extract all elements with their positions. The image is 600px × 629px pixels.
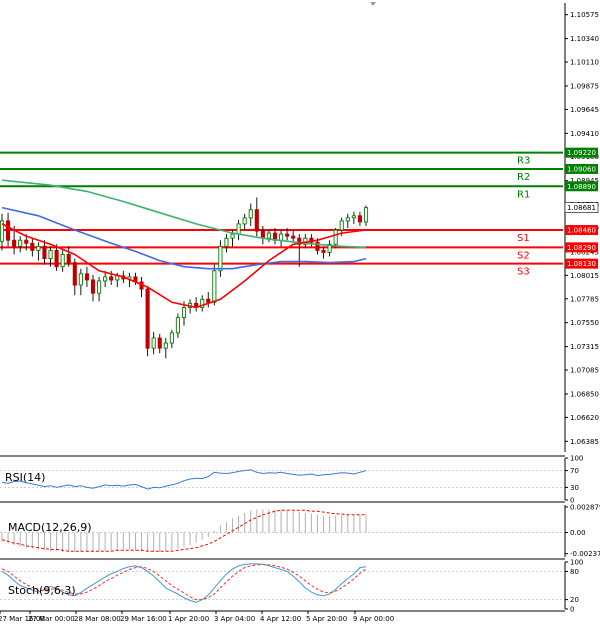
candle-body [36, 245, 41, 251]
candle-body [236, 223, 241, 235]
candle-body [12, 239, 17, 247]
candle-body [291, 235, 296, 239]
time-tick-label: 27 Mar 00:00 [28, 615, 75, 623]
candle-body [175, 317, 180, 334]
candle-body [84, 273, 89, 281]
price-tick-label: 1.06385 [570, 438, 599, 446]
level-name-r3: R3 [517, 156, 530, 167]
candle-body [42, 245, 47, 260]
candle-body [363, 207, 369, 223]
candle-body [72, 262, 77, 286]
indicator-tick-label: 100 [570, 559, 583, 567]
candle-body [230, 233, 235, 239]
level-price-label: 1.09220 [567, 149, 596, 157]
level-price-label: 1.08130 [567, 260, 596, 268]
level-name-s3: S3 [517, 267, 530, 278]
candle-body [18, 239, 23, 247]
time-tick-label: 28 Mar 08:00 [74, 615, 121, 623]
candle-body [345, 217, 350, 222]
level-price-label: 1.08290 [567, 244, 596, 252]
candle-body [212, 270, 217, 303]
candle-body [357, 215, 362, 223]
time-tick-label: 29 Mar 16:00 [120, 615, 167, 623]
candle-body [351, 215, 356, 219]
level-price-label: 1.08460 [567, 227, 596, 235]
candle-body [163, 342, 168, 349]
level-name-s1: S1 [517, 233, 530, 244]
indicator-tick-label: 20 [570, 596, 579, 604]
candle-body [97, 280, 102, 294]
price-tick-label: 1.08015 [570, 272, 599, 280]
indicator-tick-label: 0.002879 [570, 503, 600, 511]
candle-body [6, 220, 11, 241]
indicator-tick-label: 0.00 [570, 529, 586, 537]
candle-body [90, 279, 96, 294]
level-price-label: 1.09060 [567, 165, 596, 173]
candle-body [279, 233, 284, 241]
time-tick-label: 3 Apr 04:00 [214, 615, 255, 623]
price-tick-label: 1.09645 [570, 106, 599, 114]
candle-body [151, 337, 156, 349]
indicator-tick-label: -0.002379 [570, 550, 600, 558]
price-tick-label: 1.10110 [570, 59, 599, 67]
chart-canvas: R3 R2 R1 S1 S2 S3 1.10575 1.10340 1.10110 1.0987… [0, 0, 600, 625]
candle-body [54, 249, 59, 268]
candle-body [266, 232, 271, 239]
level-name-s2: S2 [517, 250, 530, 261]
candle-body [254, 209, 259, 232]
price-tick-label: 1.10340 [570, 35, 599, 43]
time-tick-label: 4 Apr 12:00 [260, 615, 301, 623]
candle-body [285, 233, 290, 237]
price-tick-label: 1.09875 [570, 82, 599, 90]
level-name-r1: R1 [517, 189, 530, 200]
candle-body [321, 249, 326, 253]
price-tick-label: 1.07785 [570, 295, 599, 303]
candle-body [48, 249, 53, 260]
stoch-indicator-title: Stoch(9,6,3) [8, 584, 76, 597]
price-tick-label: 1.07550 [570, 319, 599, 327]
candle-body [224, 237, 229, 247]
rsi-indicator-title: RSI(14) [5, 471, 45, 484]
candle-body [145, 288, 150, 349]
price-tick-label: 1.09410 [570, 130, 599, 138]
candle-body [109, 276, 114, 281]
level-name-r2: R2 [517, 172, 530, 183]
candle-body [103, 276, 108, 282]
price-tick-label: 1.06850 [570, 390, 599, 398]
current-price-label: 1.08681 [567, 204, 596, 212]
candle-body [206, 298, 211, 303]
candle-body [248, 209, 253, 219]
time-tick-label: 5 Apr 20:00 [306, 615, 347, 623]
candle-body [157, 337, 162, 349]
candle-body [333, 229, 338, 245]
candle-body [66, 254, 71, 264]
candle-body [78, 273, 83, 286]
candle-body [218, 245, 223, 272]
level-price-label: 1.08890 [567, 183, 596, 191]
candle-body [242, 217, 247, 225]
trading-chart: R3 R2 R1 S1 S2 S3 1.10575 1.10340 1.10110 1.0987… [0, 0, 600, 625]
indicator-tick-label: 100 [570, 455, 583, 463]
price-tick-label: 1.07085 [570, 367, 599, 375]
candle-body [24, 239, 29, 244]
candle-body [181, 306, 187, 319]
indicator-tick-label: 70 [570, 467, 579, 475]
price-tick-label: 1.10575 [570, 11, 599, 19]
price-tick-label: 1.07315 [570, 343, 599, 351]
candle-body [60, 254, 65, 268]
indicator-tick-label: 30 [570, 484, 579, 492]
indicator-tick-label: 80 [570, 568, 579, 576]
candle-body [260, 230, 265, 239]
time-tick-label: 1 Apr 20:00 [168, 615, 209, 623]
indicator-tick-label: 0 [570, 606, 574, 614]
macd-indicator-title: MACD(12,26,9) [8, 521, 92, 534]
candle-body [169, 332, 174, 344]
time-tick-label: 9 Apr 00:00 [353, 615, 394, 623]
candle-body [30, 242, 35, 251]
candle-body [339, 220, 344, 231]
price-tick-label: 1.06620 [570, 414, 599, 422]
